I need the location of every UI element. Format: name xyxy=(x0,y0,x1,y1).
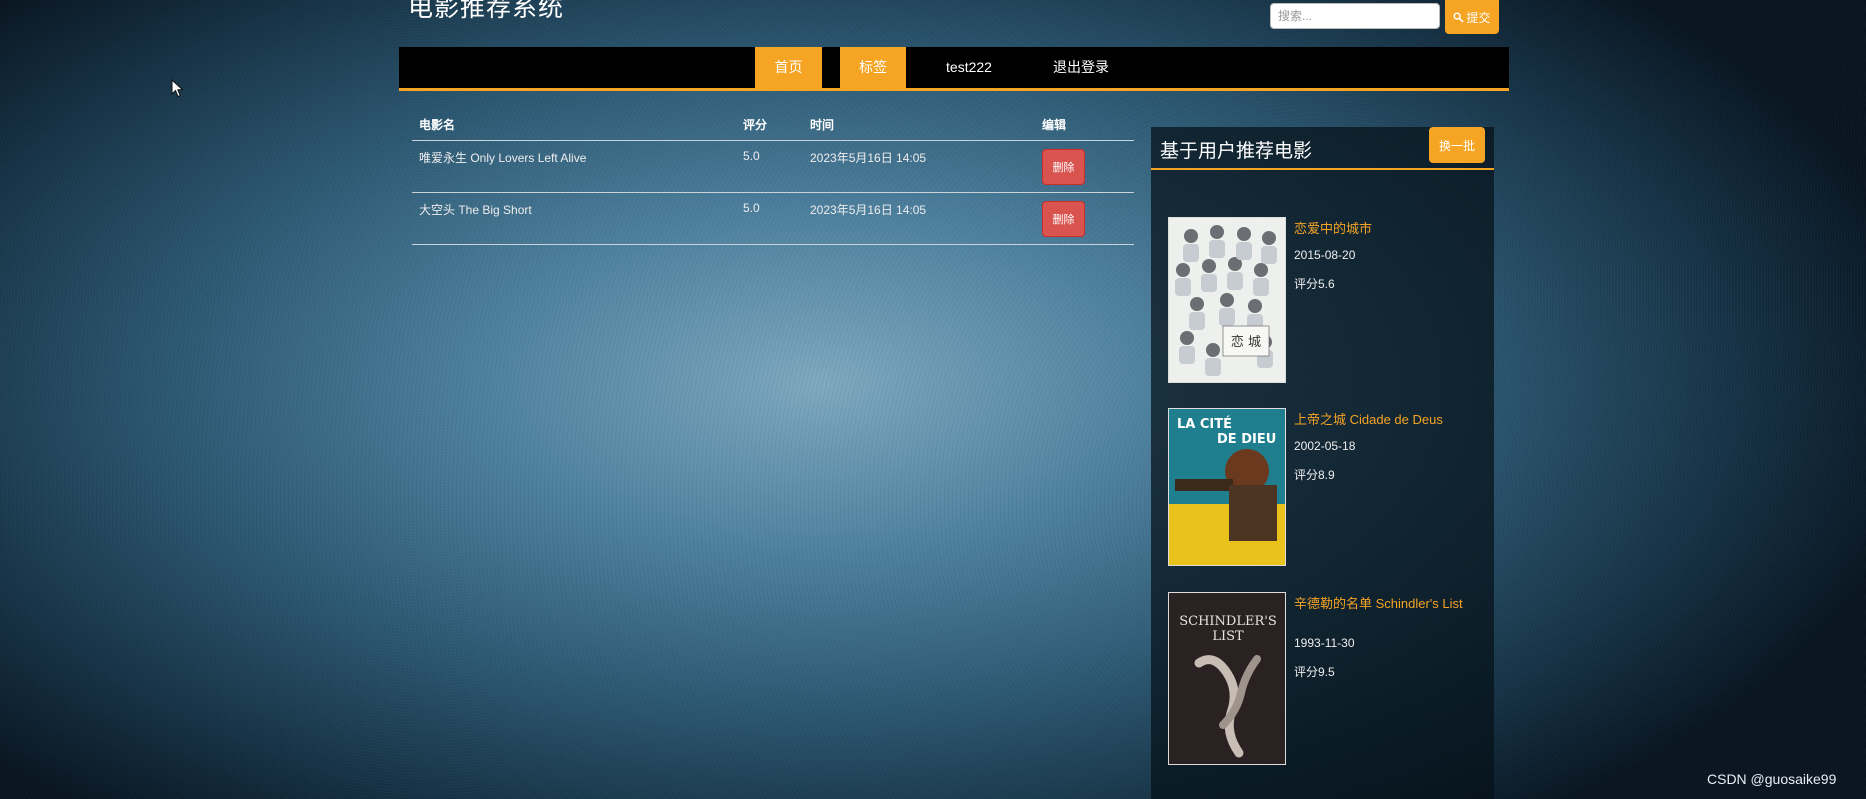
time-cell: 2023年5月16日 14:05 xyxy=(810,151,927,165)
time-cell: 2023年5月16日 14:05 xyxy=(810,203,927,217)
recommendation-title: 基于用户推荐电影 xyxy=(1160,141,1313,162)
svg-text:LIST: LIST xyxy=(1212,629,1244,644)
movie-poster-image: LA CITÉ DE DIEU xyxy=(1169,409,1285,565)
recommendation-panel: 基于用户推荐电影 换一批 恋 城 恋爱中的城市 2015-08-20 评分5.6… xyxy=(1151,127,1494,799)
delete-button[interactable]: 删除 xyxy=(1042,149,1085,185)
movie-title-link[interactable]: 上帝之城 Cidade de Deus xyxy=(1294,413,1466,427)
table-header: 电影名 评分 时间 编辑 xyxy=(412,108,1134,141)
mouse-cursor-icon xyxy=(171,79,184,98)
rated-movies-table: 电影名 评分 时间 编辑 唯爱永生 Only Lovers Left Alive… xyxy=(412,108,1134,245)
movie-title-cell: 大空头 The Big Short xyxy=(419,203,532,217)
movie-poster[interactable]: SCHINDLER'S LIST xyxy=(1168,592,1286,765)
search-submit-button[interactable]: 提交 xyxy=(1445,0,1499,34)
movie-poster-image: SCHINDLER'S LIST xyxy=(1169,593,1285,764)
nav-item-logout[interactable]: 退出登录 xyxy=(1039,47,1123,88)
svg-text:恋 城: 恋 城 xyxy=(1231,334,1261,350)
nav-item-home[interactable]: 首页 xyxy=(755,47,822,88)
site-title: 电影推荐系统 xyxy=(408,0,565,22)
release-date: 2015-08-20 xyxy=(1294,248,1356,262)
column-header-score: 评分 xyxy=(743,118,768,132)
submit-label: 提交 xyxy=(1466,10,1491,25)
movie-score: 评分9.5 xyxy=(1294,665,1335,679)
main-navbar: 首页 标签 test222 退出登录 xyxy=(399,47,1509,91)
movie-title-cell: 唯爱永生 Only Lovers Left Alive xyxy=(419,151,587,165)
refresh-recommendations-button[interactable]: 换一批 xyxy=(1429,127,1485,163)
release-date: 2002-05-18 xyxy=(1294,439,1356,453)
svg-text:SCHINDLER'S: SCHINDLER'S xyxy=(1179,614,1277,629)
column-header-title: 电影名 xyxy=(419,118,456,132)
movie-title-link[interactable]: 辛德勒的名单 Schindler's List xyxy=(1294,597,1466,611)
movie-score: 评分5.6 xyxy=(1294,277,1335,291)
score-cell: 5.0 xyxy=(743,201,760,215)
svg-text:LA CITÉ: LA CITÉ xyxy=(1177,416,1232,432)
movie-poster-image: 恋 城 xyxy=(1169,218,1285,382)
nav-item-user[interactable]: test222 xyxy=(929,47,1009,88)
movie-poster[interactable]: LA CITÉ DE DIEU xyxy=(1168,408,1286,566)
delete-button[interactable]: 删除 xyxy=(1042,201,1085,237)
column-header-time: 时间 xyxy=(810,118,835,132)
search-icon xyxy=(1453,11,1465,23)
movie-score: 评分8.9 xyxy=(1294,468,1335,482)
table-row: 大空头 The Big Short 5.0 2023年5月16日 14:05 删… xyxy=(412,193,1134,245)
search-input[interactable] xyxy=(1270,3,1440,29)
score-cell: 5.0 xyxy=(743,149,760,163)
release-date: 1993-11-30 xyxy=(1294,636,1355,650)
nav-item-tags[interactable]: 标签 xyxy=(840,47,906,88)
svg-text:DE DIEU: DE DIEU xyxy=(1217,432,1276,447)
watermark-text: CSDN @guosaike99 xyxy=(1707,771,1837,787)
movie-poster[interactable]: 恋 城 xyxy=(1168,217,1286,383)
recommendation-header: 基于用户推荐电影 换一批 xyxy=(1151,127,1494,170)
movie-title-link[interactable]: 恋爱中的城市 xyxy=(1294,222,1466,236)
column-header-edit: 编辑 xyxy=(1042,118,1067,132)
table-row: 唯爱永生 Only Lovers Left Alive 5.0 2023年5月1… xyxy=(412,141,1134,193)
